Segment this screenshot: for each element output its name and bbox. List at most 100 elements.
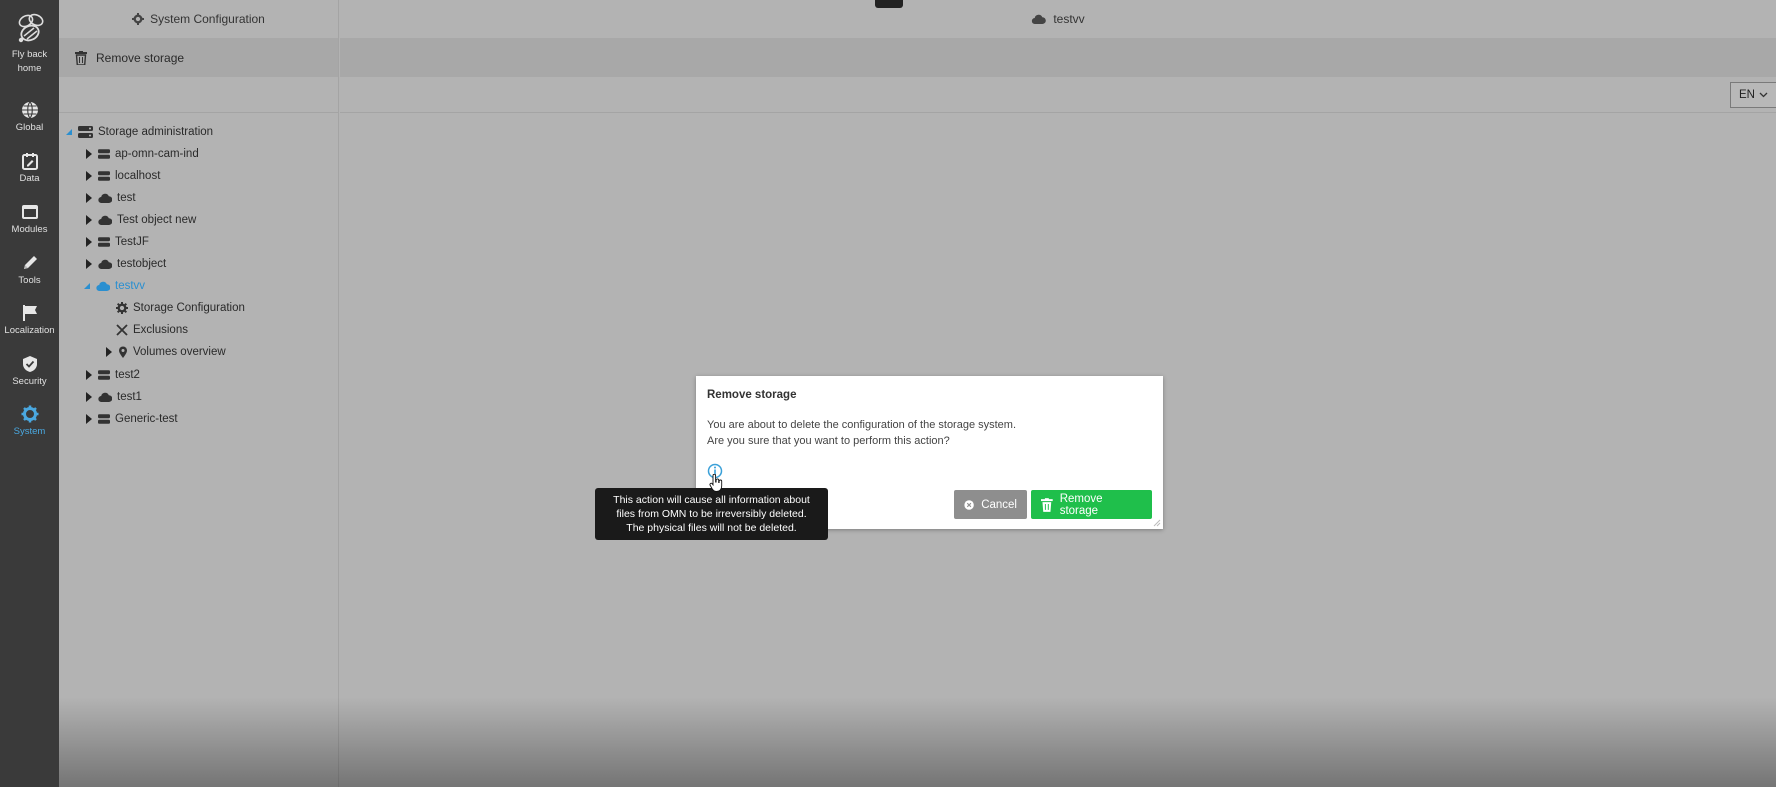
- tree-item-label: ap-omn-cam-ind: [115, 148, 199, 160]
- tree-item[interactable]: ap-omn-cam-ind: [85, 144, 199, 164]
- caret-collapsed-icon: [85, 370, 93, 380]
- tree-child-exclusions[interactable]: Exclusions: [116, 320, 188, 340]
- rail-label-data: Data: [19, 173, 40, 184]
- shield-icon: [22, 356, 37, 372]
- top-notch: [875, 0, 903, 8]
- rail-item-data[interactable]: Data: [0, 152, 59, 184]
- caret-collapsed-icon: [85, 259, 93, 269]
- tree-item[interactable]: Generic-test: [85, 409, 178, 429]
- gear-icon: [116, 302, 128, 314]
- remove-storage-toolbar-button[interactable]: Remove storage: [59, 39, 338, 77]
- tree-item[interactable]: localhost: [85, 166, 160, 186]
- trash-icon: [1041, 497, 1053, 512]
- tree-item[interactable]: Test object new: [85, 210, 196, 230]
- pin-icon: [119, 346, 127, 358]
- main-toolbar: [340, 39, 1776, 77]
- tree-item-label: testobject: [117, 258, 167, 270]
- tooltip-line-1: This action will cause all information a…: [613, 494, 810, 506]
- pencil-icon: [23, 256, 37, 269]
- close-circle-icon: [964, 499, 974, 510]
- language-select[interactable]: EN: [1730, 82, 1776, 108]
- close-icon: [116, 324, 128, 336]
- main-header: testvv: [340, 0, 1776, 39]
- rail-label-security: Security: [12, 376, 47, 387]
- tree-item[interactable]: test: [85, 188, 136, 208]
- rail-item-modules[interactable]: Modules: [0, 203, 59, 235]
- server-icon: [98, 171, 110, 181]
- rail-label-modules: Modules: [11, 224, 48, 235]
- cloud-icon: [98, 392, 112, 402]
- caret-collapsed-icon: [85, 237, 93, 247]
- caret-collapsed-icon: [85, 193, 93, 203]
- trash-icon: [75, 51, 87, 65]
- tree-child-label: Exclusions: [133, 324, 188, 336]
- server-icon: [98, 414, 110, 424]
- rail-item-global[interactable]: Global: [0, 101, 59, 133]
- tree-child-storage-configuration[interactable]: Storage Configuration: [116, 298, 245, 318]
- main-bar: EN: [340, 77, 1776, 113]
- cloud-icon: [98, 193, 112, 203]
- tree-item-label: testvv: [115, 280, 146, 292]
- remove-storage-label: Remove storage: [1059, 492, 1103, 517]
- tree-item[interactable]: testobject: [85, 254, 166, 274]
- bee-logo-icon: [18, 13, 43, 43]
- cloud-icon: [96, 281, 110, 291]
- tree-item[interactable]: test2: [85, 365, 140, 385]
- rail-item-system[interactable]: System: [0, 405, 59, 437]
- dialog-title: Remove storage: [707, 389, 797, 401]
- cancel-label: Cancel: [981, 498, 1017, 511]
- gear-icon: [21, 405, 38, 423]
- server-icon: [78, 126, 93, 138]
- rail-item-localization[interactable]: Localization: [0, 304, 59, 336]
- caret-collapsed-icon: [85, 171, 93, 181]
- tree-item[interactable]: TestJF: [85, 232, 149, 252]
- fly-back-home-label: Fly back home: [11, 49, 48, 74]
- left-panel-header: System Configuration: [59, 0, 338, 39]
- modules-icon: [21, 205, 38, 219]
- tree-child-label: Storage Configuration: [133, 302, 245, 314]
- hand-cursor-icon: [709, 474, 723, 492]
- dialog-message-line-2: Are you sure that you want to perform th…: [707, 435, 950, 447]
- fly-back-home-button[interactable]: Fly back home: [0, 12, 59, 76]
- caret-expanded-icon: [83, 281, 91, 291]
- rail-item-security[interactable]: Security: [0, 355, 59, 387]
- remove-storage-toolbar-label: Remove storage: [96, 51, 185, 65]
- tree-item-label: test1: [117, 391, 142, 403]
- remove-storage-button[interactable]: Remove storage: [1031, 490, 1152, 519]
- nav-rail: Fly back home Global Data Modules Tools: [0, 0, 59, 787]
- resize-handle-icon[interactable]: [1151, 517, 1161, 527]
- rail-label-system: System: [13, 426, 46, 437]
- main-title: testvv: [1053, 12, 1085, 26]
- left-panel-spacer: [59, 77, 338, 113]
- cancel-button[interactable]: Cancel: [954, 490, 1027, 519]
- dialog-message: You are about to delete the configuratio…: [707, 417, 1016, 449]
- left-panel-title: System Configuration: [150, 12, 265, 26]
- caret-collapsed-icon: [105, 347, 113, 357]
- tree-child-label: Volumes overview: [133, 346, 226, 358]
- globe-icon: [21, 101, 38, 119]
- tree-root-label: Storage administration: [98, 126, 214, 138]
- tree-item[interactable]: test1: [85, 387, 142, 407]
- info-tooltip: This action will cause all information a…: [595, 488, 828, 540]
- tree-child-volumes-overview[interactable]: Volumes overview: [105, 342, 226, 362]
- caret-collapsed-icon: [85, 149, 93, 159]
- server-icon: [98, 370, 110, 380]
- dialog-message-line-1: You are about to delete the configuratio…: [707, 419, 1017, 431]
- caret-collapsed-icon: [85, 215, 93, 225]
- tree-item-selected[interactable]: testvv: [83, 276, 145, 296]
- caret-collapsed-icon: [85, 414, 93, 424]
- server-icon: [98, 149, 110, 159]
- caret-expanded-icon: [65, 127, 73, 137]
- server-icon: [98, 237, 110, 247]
- cloud-icon: [1032, 14, 1047, 24]
- cloud-icon: [98, 259, 112, 269]
- tree-root[interactable]: Storage administration: [65, 122, 213, 142]
- chevron-down-icon: [1759, 92, 1768, 98]
- tooltip-line-2: files from OMN to be irreversibly delete…: [616, 508, 807, 520]
- tooltip-line-3: The physical files will not be deleted.: [626, 522, 797, 534]
- language-value: EN: [1739, 89, 1755, 101]
- rail-label-localization: Localization: [4, 325, 55, 336]
- tree-item-label: Generic-test: [115, 413, 178, 425]
- rail-item-tools[interactable]: Tools: [0, 254, 59, 286]
- gear-icon: [132, 13, 145, 25]
